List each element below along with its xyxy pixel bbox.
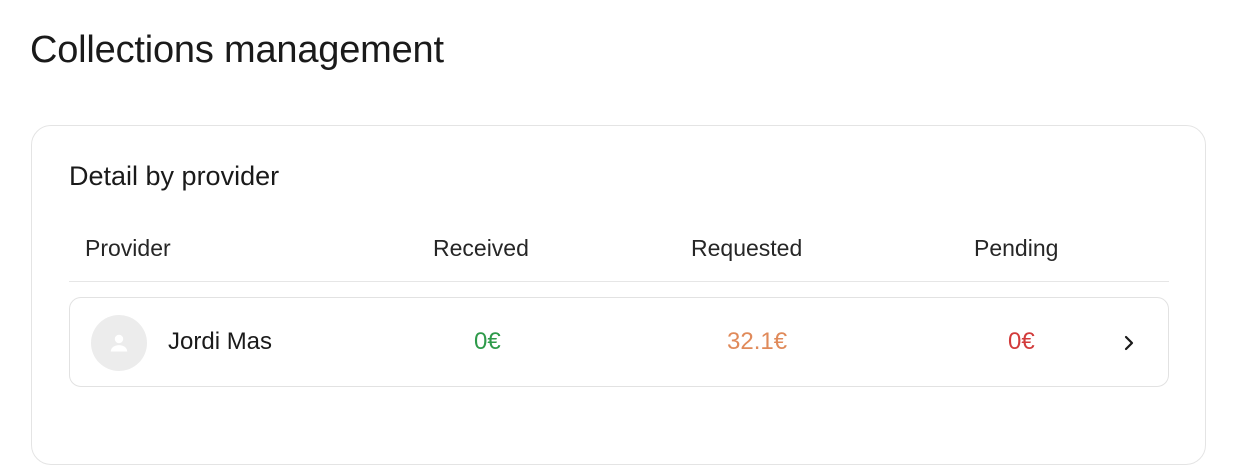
card-title: Detail by provider [69, 161, 280, 191]
column-header-received: Received [433, 235, 529, 261]
chevron-right-icon[interactable] [1117, 331, 1141, 355]
column-header-requested: Requested [691, 235, 803, 261]
provider-detail-card: Detail by provider Provider Received Req… [31, 125, 1206, 465]
avatar [91, 315, 147, 371]
provider-row[interactable]: Jordi Mas 0€ 32.1€ 0€ [69, 297, 1169, 387]
column-header-pending: Pending [974, 235, 1059, 261]
column-header-provider: Provider [85, 235, 171, 261]
page-title: Collections management [30, 29, 444, 71]
received-amount: 0€ [474, 328, 501, 355]
requested-amount: 32.1€ [727, 328, 788, 355]
person-icon [110, 334, 128, 352]
table-header: Provider Received Requested Pending [69, 229, 1169, 282]
pending-amount: 0€ [1008, 328, 1035, 355]
provider-name: Jordi Mas [168, 328, 273, 355]
